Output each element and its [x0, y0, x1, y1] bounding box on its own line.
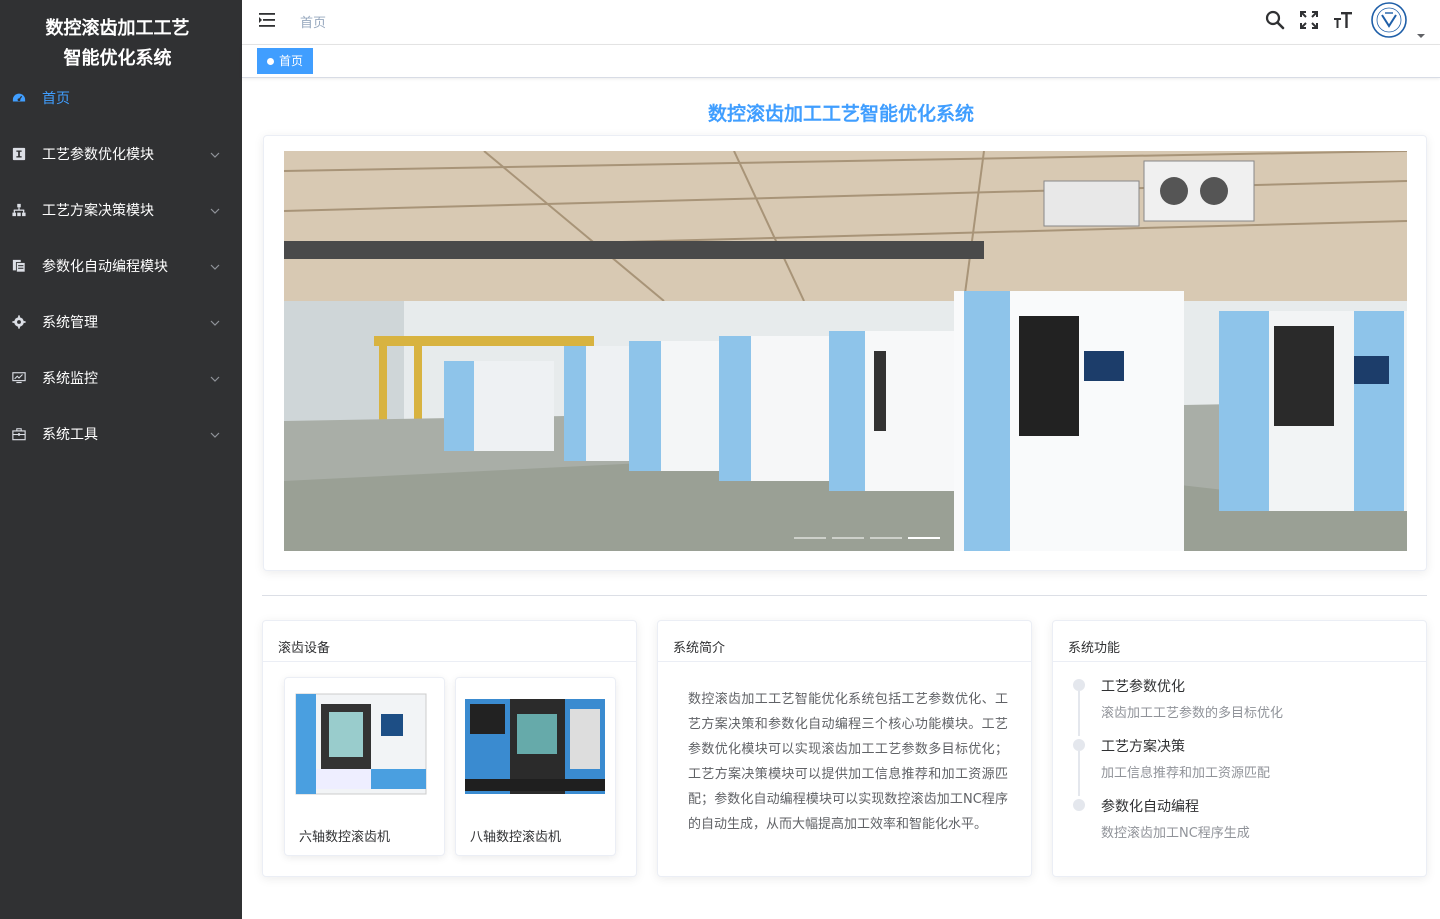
- timeline-item: 工艺参数优化 滚齿加工工艺参数的多目标优化: [1073, 676, 1283, 736]
- sidebar-menu: 首页 工艺参数优化模块 工艺方案决策模块 参数化自动编程模块 系统管理 系统监控…: [0, 70, 242, 462]
- timeline-node: [1073, 679, 1085, 691]
- card-header: 系统简介: [658, 621, 1031, 662]
- hamburger-icon[interactable]: [258, 10, 278, 30]
- tag-dot: [267, 57, 274, 65]
- page-title: 数控滚齿加工工艺智能优化系统: [707, 103, 974, 125]
- monitor-icon: [12, 371, 26, 385]
- timeline-line: [1078, 751, 1080, 796]
- sidebar-item-label: 工艺参数优化模块: [42, 147, 154, 163]
- feature-desc: 加工信息推荐和加工资源匹配: [1101, 766, 1271, 781]
- dashboard-icon: [12, 91, 26, 105]
- equipment-image: [291, 684, 438, 810]
- timeline-line: [1078, 691, 1080, 736]
- sidebar-item-param-opt[interactable]: 工艺参数优化模块: [0, 126, 242, 182]
- timeline-node: [1073, 739, 1085, 751]
- app-root: 数控滚齿加工工艺 智能优化系统 首页 工艺参数优化模块 工艺方案决策模块 参数化…: [0, 0, 1440, 919]
- sidebar-item-label: 系统管理: [42, 315, 98, 331]
- sidebar-item-system-monitor[interactable]: 系统监控: [0, 350, 242, 406]
- chevron-down-icon: [210, 372, 220, 382]
- tags-view: 首页: [242, 45, 1440, 78]
- font-size-icon[interactable]: [1332, 9, 1354, 31]
- features-card: 系统功能 工艺参数优化 滚齿加工工艺参数的多目标优化 工艺方案决策 加工信息推荐…: [1052, 620, 1427, 877]
- timeline-item: 参数化自动编程 数控滚齿加工NC程序生成: [1073, 796, 1283, 856]
- sidebar-item-label: 首页: [42, 91, 70, 107]
- features-timeline: 工艺参数优化 滚齿加工工艺参数的多目标优化 工艺方案决策 加工信息推荐和加工资源…: [1073, 676, 1283, 856]
- chevron-down-icon: [210, 148, 220, 158]
- brand-line-1: 数控滚齿加工工艺: [45, 18, 190, 39]
- carousel-image[interactable]: [284, 151, 1407, 551]
- toolbox-icon: [12, 427, 26, 441]
- sidebar-item-plan-decision[interactable]: 工艺方案决策模块: [0, 182, 242, 238]
- search-icon[interactable]: [1264, 9, 1286, 31]
- feature-title: 工艺方案决策: [1101, 739, 1185, 755]
- chevron-down-icon: [210, 428, 220, 438]
- feature-title: 工艺参数优化: [1101, 679, 1185, 695]
- chevron-down-icon: [210, 204, 220, 214]
- tag-home[interactable]: 首页: [257, 48, 314, 74]
- breadcrumb: 首页: [300, 16, 327, 31]
- param-icon: [12, 147, 26, 161]
- tree-icon: [12, 203, 26, 217]
- code-file-icon: [12, 259, 26, 273]
- card-header: 系统功能: [1053, 621, 1426, 662]
- feature-desc: 滚齿加工工艺参数的多目标优化: [1101, 706, 1284, 721]
- feature-desc: 数控滚齿加工NC程序生成: [1101, 826, 1250, 841]
- equipment-item-eight-axis[interactable]: 八轴数控滚齿机: [455, 677, 616, 856]
- avatar[interactable]: [1370, 1, 1408, 39]
- carousel-indicator-1[interactable]: [794, 537, 826, 539]
- equipment-image: [462, 684, 609, 810]
- timeline-node: [1073, 799, 1085, 811]
- chevron-down-icon: [210, 316, 220, 326]
- caret-down-icon[interactable]: [1416, 25, 1426, 38]
- carousel-indicator-3[interactable]: [870, 537, 902, 539]
- section-divider: [262, 595, 1427, 596]
- equipment-item-six-axis[interactable]: 六轴数控滚齿机: [284, 677, 445, 856]
- sidebar-item-label: 系统工具: [42, 427, 98, 443]
- top-navbar: 首页: [242, 0, 1440, 45]
- sidebar: 数控滚齿加工工艺 智能优化系统 首页 工艺参数优化模块 工艺方案决策模块 参数化…: [0, 0, 242, 919]
- card-header: 滚齿设备: [263, 621, 636, 662]
- sidebar-item-label: 参数化自动编程模块: [42, 259, 168, 275]
- sidebar-item-label: 系统监控: [42, 371, 98, 387]
- intro-text: 数控滚齿加工工艺智能优化系统包括工艺参数优化、工艺方案决策和参数化自动编程三个核…: [688, 692, 1008, 832]
- timeline-item: 工艺方案决策 加工信息推荐和加工资源匹配: [1073, 736, 1283, 796]
- sidebar-item-system-tools[interactable]: 系统工具: [0, 406, 242, 462]
- gear-icon: [12, 315, 26, 329]
- fullscreen-icon[interactable]: [1298, 9, 1320, 31]
- sidebar-item-home[interactable]: 首页: [0, 70, 242, 126]
- carousel-indicator-2[interactable]: [832, 537, 864, 539]
- sidebar-item-system-management[interactable]: 系统管理: [0, 294, 242, 350]
- equipment-caption: 八轴数控滚齿机: [470, 830, 562, 845]
- sidebar-item-label: 工艺方案决策模块: [42, 203, 154, 219]
- equipment-caption: 六轴数控滚齿机: [299, 830, 391, 845]
- chevron-down-icon: [210, 260, 220, 270]
- carousel-card: [263, 135, 1427, 571]
- carousel-indicator-4[interactable]: [908, 537, 940, 539]
- intro-card: 系统简介 数控滚齿加工工艺智能优化系统包括工艺参数优化、工艺方案决策和参数化自动…: [657, 620, 1032, 877]
- feature-title: 参数化自动编程: [1101, 799, 1199, 815]
- equipment-card: 滚齿设备 六轴数控滚齿机 八轴数控滚齿机: [262, 620, 637, 877]
- main-content: 数控滚齿加工工艺智能优化系统 滚齿设备 六轴数控滚齿机 八轴数控滚齿机 系统简介…: [242, 79, 1440, 919]
- sidebar-item-auto-programming[interactable]: 参数化自动编程模块: [0, 238, 242, 294]
- carousel-indicators: [794, 537, 940, 539]
- brand-title: 数控滚齿加工工艺 智能优化系统: [0, 14, 235, 74]
- tag-label: 首页: [279, 54, 304, 68]
